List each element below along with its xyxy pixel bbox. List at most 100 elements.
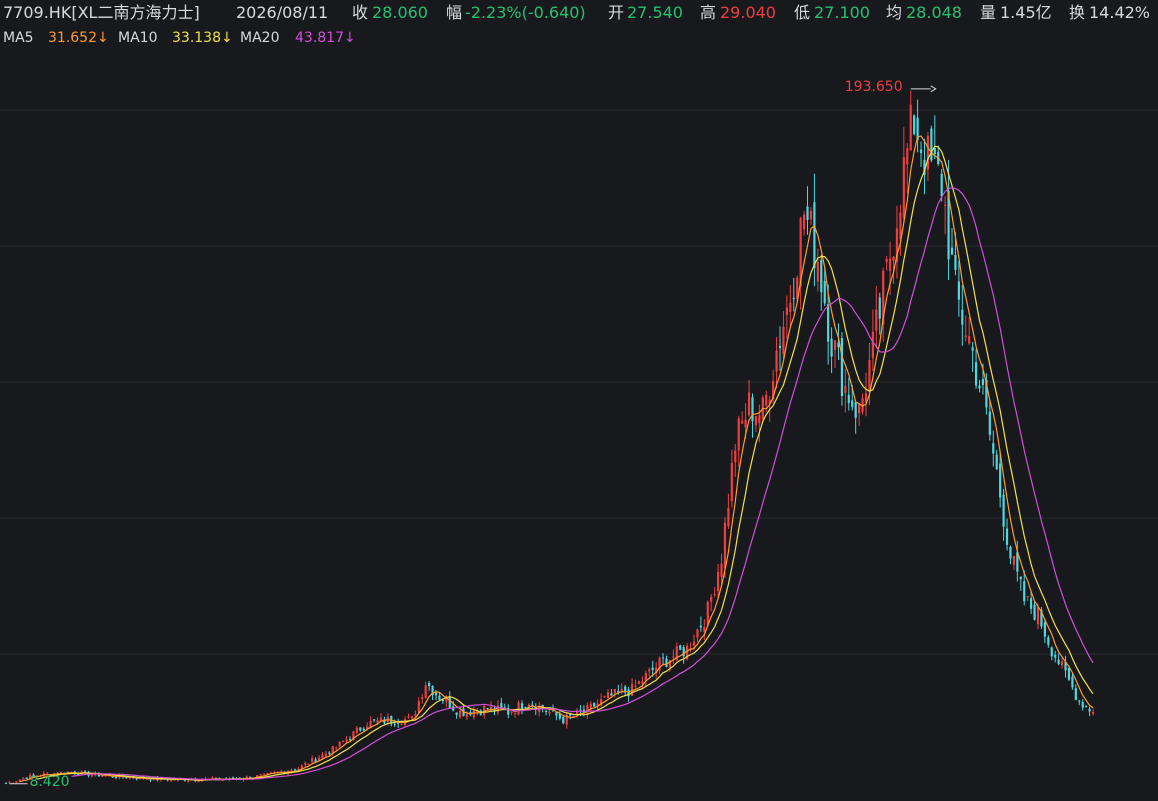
candle-body	[902, 157, 905, 218]
candle-body	[854, 402, 857, 418]
ma20-value: 43.817↓	[295, 30, 356, 46]
candle-body	[514, 712, 517, 714]
candle-body	[730, 463, 733, 502]
candle-body	[1057, 659, 1060, 665]
candle-body	[981, 379, 985, 385]
candle-body	[792, 297, 795, 300]
candle-body	[747, 392, 751, 416]
candle-body	[104, 775, 107, 777]
candle-body	[833, 340, 837, 350]
candle-body	[355, 727, 358, 733]
candle-body	[734, 450, 737, 463]
candle-body	[448, 696, 451, 709]
candle-body	[589, 703, 592, 708]
candle-body	[1036, 607, 1040, 625]
candle-body	[648, 669, 651, 672]
close-value: 28.060	[372, 3, 428, 22]
candle-body	[520, 703, 524, 710]
candle-body	[524, 706, 527, 708]
candle-body	[376, 720, 379, 723]
candle-body	[906, 148, 909, 165]
candle-body	[197, 781, 200, 783]
candle-body	[8, 781, 11, 783]
ticker-name: 7709.HK[XL二南方海力士]	[3, 3, 200, 22]
quote-header: 7709.HK[XL二南方海力士] 2026/08/11 收 28.060 幅 …	[0, 0, 1158, 26]
candle-body	[754, 416, 758, 426]
candle-body	[22, 778, 25, 780]
max-arrow-head	[930, 85, 937, 93]
candle-body	[428, 682, 431, 687]
candle-body	[847, 394, 850, 404]
candle-body	[472, 710, 475, 718]
candle-body	[696, 629, 699, 638]
candle-body	[782, 326, 785, 354]
candle-body	[486, 708, 489, 710]
candle-body	[720, 563, 723, 577]
candle-body	[1085, 705, 1088, 707]
candle-body	[1050, 647, 1053, 657]
candle-body	[562, 717, 565, 724]
candle-body	[307, 763, 310, 765]
candle-body	[342, 740, 345, 742]
candle-body	[995, 454, 998, 470]
candle-body	[187, 780, 190, 782]
candle-body	[1091, 711, 1095, 714]
candle-body	[630, 683, 634, 696]
candle-body	[1078, 700, 1081, 702]
ma20-line	[71, 187, 1094, 781]
candle-body	[964, 335, 967, 337]
candle-body	[672, 656, 675, 658]
candle-body	[637, 681, 641, 685]
candle-body	[737, 418, 740, 451]
candle-body	[785, 307, 788, 315]
close-label: 收	[352, 3, 369, 22]
candle-body	[613, 689, 616, 694]
candle-body	[603, 695, 606, 697]
candle-body	[974, 362, 978, 386]
candle-body	[913, 115, 916, 135]
low-value: 27.100	[814, 3, 870, 22]
candle-body	[961, 309, 964, 325]
low-label: 低	[794, 3, 811, 22]
candle-body	[321, 754, 324, 759]
candle-body	[300, 765, 303, 769]
candle-body	[699, 625, 702, 628]
candle-body	[1005, 528, 1009, 545]
candle-body	[259, 774, 262, 776]
candle-body	[544, 711, 548, 713]
candle-body	[421, 697, 424, 699]
volume-label: 量	[980, 3, 997, 22]
candle-body	[335, 747, 338, 749]
ma10-line	[36, 145, 1094, 781]
candle-body	[930, 128, 933, 161]
candle-body	[25, 777, 28, 780]
candle-body	[716, 572, 720, 592]
candle-body	[90, 774, 94, 777]
candle-body	[15, 781, 18, 783]
candle-body	[641, 681, 644, 684]
candle-body	[455, 712, 458, 715]
ma10-label: MA10	[118, 30, 158, 46]
avg-label: 均	[886, 3, 903, 22]
candle-body	[304, 763, 307, 765]
candle-body	[988, 411, 991, 435]
candle-body	[992, 443, 995, 454]
candle-body	[362, 728, 365, 731]
candle-body	[713, 594, 716, 596]
candlestick-chart[interactable]	[0, 50, 1158, 801]
candle-body	[1054, 654, 1057, 658]
candle-body	[820, 259, 823, 293]
turnover-label: 换	[1069, 3, 1086, 22]
candle-body	[1009, 546, 1012, 559]
candle-body	[610, 693, 613, 696]
max-price-annotation: 193.650	[844, 78, 903, 95]
candle-body	[1074, 688, 1077, 700]
candle-body	[1047, 637, 1050, 645]
ma20-label: MA20	[240, 30, 280, 46]
candle-body	[372, 719, 376, 721]
candle-body	[957, 281, 960, 300]
candle-body	[414, 714, 417, 716]
candle-body	[741, 420, 744, 424]
candle-body	[84, 770, 87, 772]
candle-body	[940, 173, 943, 197]
